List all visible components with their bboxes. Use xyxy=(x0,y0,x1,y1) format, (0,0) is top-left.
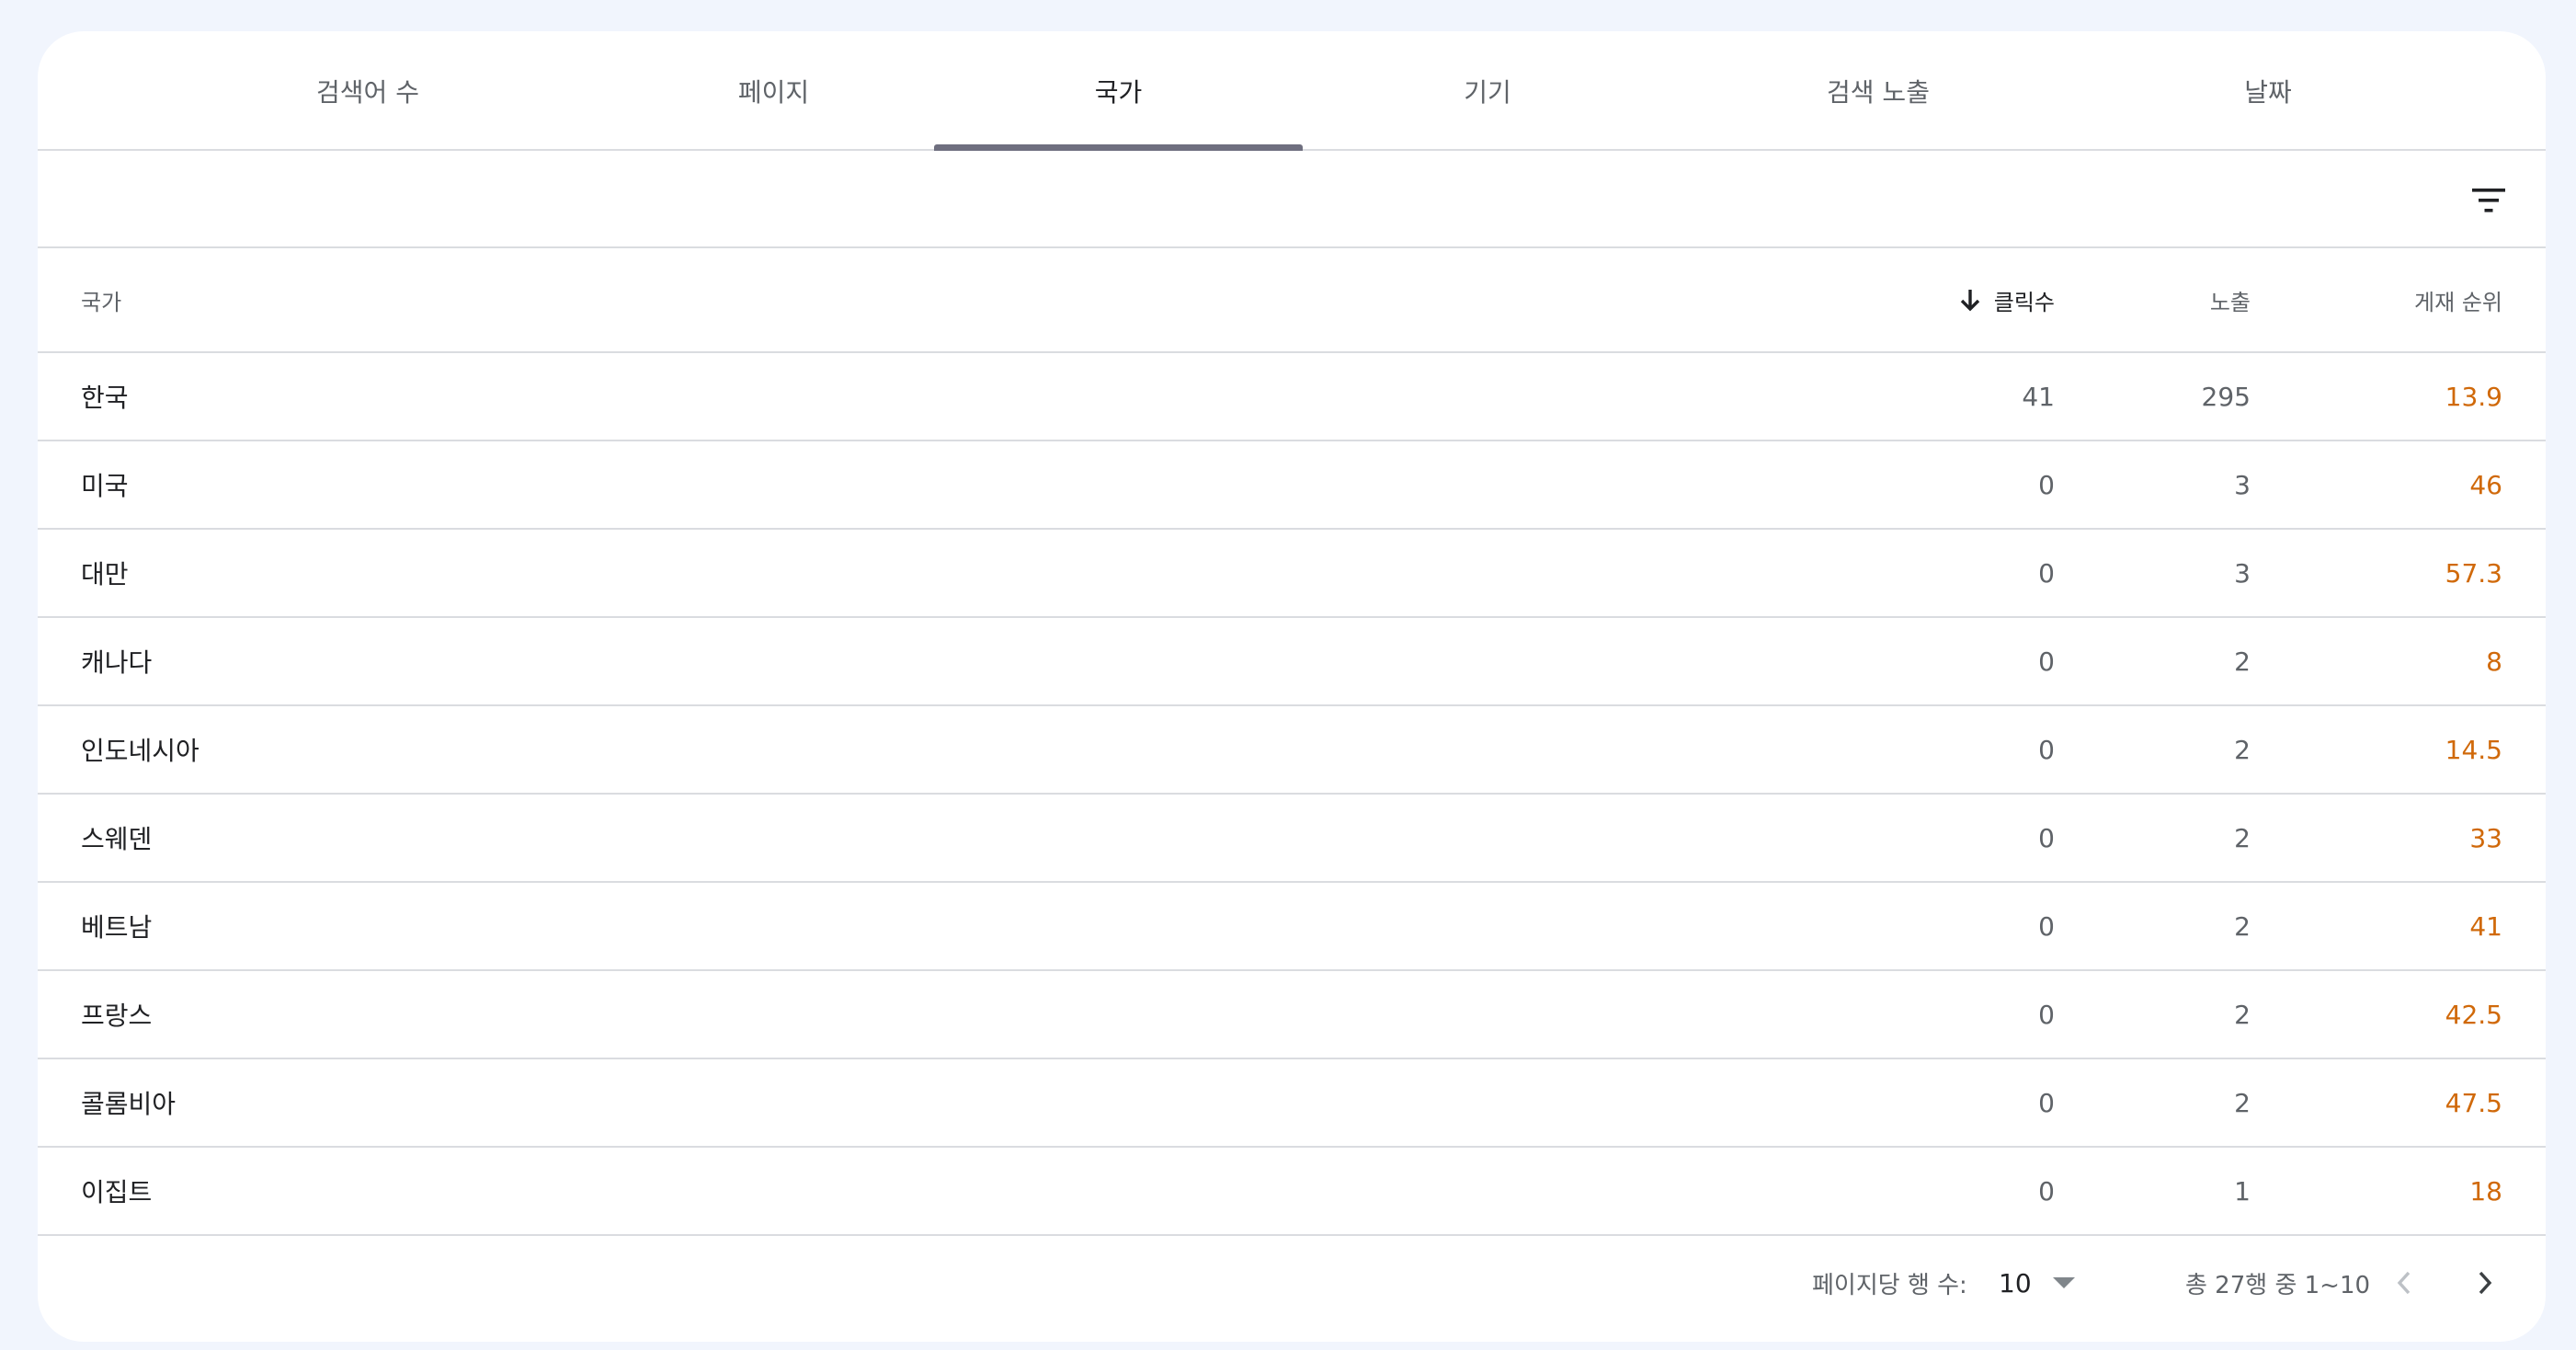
country-cell: 스웨덴 xyxy=(81,824,153,854)
table-row[interactable]: 스웨덴 0 2 33 xyxy=(38,795,2546,883)
impressions-cell: 2 xyxy=(2234,822,2251,853)
impressions-cell: 3 xyxy=(2234,557,2251,589)
clicks-cell: 0 xyxy=(2038,1175,2055,1207)
position-cell: 8 xyxy=(2486,646,2502,677)
chevron-left-icon xyxy=(2395,1270,2413,1296)
previous-page-button[interactable] xyxy=(2378,1257,2430,1309)
dimension-tabs: 검색어 수 페이지 국가 기기 검색 노출 날짜 xyxy=(38,31,2546,151)
clicks-cell: 0 xyxy=(2038,910,2055,942)
tab-queries[interactable]: 검색어 수 xyxy=(148,31,587,151)
clicks-cell: 0 xyxy=(2038,469,2055,500)
country-cell: 한국 xyxy=(81,383,129,413)
position-cell: 42.5 xyxy=(2445,999,2502,1030)
rows-per-page-select[interactable]: 10 xyxy=(1999,1237,2076,1329)
table-row[interactable]: 미국 0 3 46 xyxy=(38,441,2546,530)
column-header-country[interactable]: 국가 xyxy=(81,248,121,351)
column-header-position[interactable]: 게재 순위 xyxy=(2414,248,2502,351)
pagination-range: 총 27행 중 1~10 xyxy=(2185,1271,2371,1299)
position-cell: 14.5 xyxy=(2445,734,2502,765)
rows-per-page-value: 10 xyxy=(1999,1267,2032,1299)
table-body: 한국 41 295 13.9 미국 0 3 46 대만 0 3 57.3 캐나다… xyxy=(38,353,2546,1236)
pagination-bar: 페이지당 행 수: 10 총 27행 중 1~10 xyxy=(38,1237,2546,1342)
impressions-cell: 2 xyxy=(2234,910,2251,942)
table-row[interactable]: 캐나다 0 2 8 xyxy=(38,618,2546,706)
chevron-right-icon xyxy=(2476,1270,2494,1296)
country-cell: 인도네시아 xyxy=(81,736,199,766)
filter-bar xyxy=(38,153,2546,248)
active-tab-indicator xyxy=(934,144,1303,151)
impressions-cell: 2 xyxy=(2234,646,2251,677)
position-cell: 33 xyxy=(2469,822,2502,853)
column-header-position-label: 게재 순위 xyxy=(2414,289,2502,315)
position-cell: 57.3 xyxy=(2445,557,2502,589)
country-cell: 캐나다 xyxy=(81,647,153,678)
table-row[interactable]: 대만 0 3 57.3 xyxy=(38,530,2546,618)
country-cell: 콜롬비아 xyxy=(81,1089,177,1119)
table-row[interactable]: 한국 41 295 13.9 xyxy=(38,353,2546,441)
table-row[interactable]: 베트남 0 2 41 xyxy=(38,883,2546,971)
clicks-cell: 41 xyxy=(2022,381,2055,412)
tab-devices[interactable]: 기기 xyxy=(1303,31,1672,151)
impressions-cell: 1 xyxy=(2234,1175,2251,1207)
position-cell: 41 xyxy=(2469,910,2502,942)
position-cell: 18 xyxy=(2469,1175,2502,1207)
country-cell: 이집트 xyxy=(81,1177,153,1207)
table-row[interactable]: 이집트 0 1 18 xyxy=(38,1148,2546,1236)
next-page-button[interactable] xyxy=(2459,1257,2511,1309)
performance-table-card: 검색어 수 페이지 국가 기기 검색 노출 날짜 국가 클릭수 노출 게재 순위… xyxy=(38,31,2546,1342)
column-header-country-label: 국가 xyxy=(81,289,122,315)
tab-search-appearance[interactable]: 검색 노출 xyxy=(1672,31,2084,151)
column-header-clicks[interactable]: 클릭수 xyxy=(1959,248,2055,351)
impressions-cell: 3 xyxy=(2234,469,2251,500)
country-cell: 베트남 xyxy=(81,912,153,943)
arrow-down-icon xyxy=(1959,288,1981,312)
clicks-cell: 0 xyxy=(2038,822,2055,853)
table-header: 국가 클릭수 노출 게재 순위 xyxy=(38,248,2546,353)
filter-icon[interactable] xyxy=(2463,175,2514,226)
caret-down-icon xyxy=(2052,1276,2076,1289)
rows-per-page-label: 페이지당 행 수: xyxy=(1812,1271,1967,1299)
column-header-impressions-label: 노출 xyxy=(2209,289,2251,315)
impressions-cell: 2 xyxy=(2234,999,2251,1030)
tab-dates[interactable]: 날짜 xyxy=(2084,31,2452,151)
table-row[interactable]: 프랑스 0 2 42.5 xyxy=(38,971,2546,1059)
country-cell: 대만 xyxy=(81,559,129,589)
country-cell: 프랑스 xyxy=(81,1001,153,1031)
clicks-cell: 0 xyxy=(2038,646,2055,677)
position-cell: 13.9 xyxy=(2445,381,2502,412)
tab-countries[interactable]: 국가 xyxy=(934,31,1303,151)
impressions-cell: 2 xyxy=(2234,734,2251,765)
country-cell: 미국 xyxy=(81,471,129,501)
impressions-cell: 295 xyxy=(2201,381,2251,412)
clicks-cell: 0 xyxy=(2038,1087,2055,1118)
impressions-cell: 2 xyxy=(2234,1087,2251,1118)
table-row[interactable]: 인도네시아 0 2 14.5 xyxy=(38,706,2546,795)
clicks-cell: 0 xyxy=(2038,999,2055,1030)
clicks-cell: 0 xyxy=(2038,557,2055,589)
column-header-clicks-label: 클릭수 xyxy=(1993,289,2055,315)
column-header-impressions[interactable]: 노출 xyxy=(2210,248,2251,351)
clicks-cell: 0 xyxy=(2038,734,2055,765)
table-row[interactable]: 콜롬비아 0 2 47.5 xyxy=(38,1059,2546,1148)
tab-pages[interactable]: 페이지 xyxy=(587,31,960,151)
position-cell: 47.5 xyxy=(2445,1087,2502,1118)
position-cell: 46 xyxy=(2469,469,2502,500)
